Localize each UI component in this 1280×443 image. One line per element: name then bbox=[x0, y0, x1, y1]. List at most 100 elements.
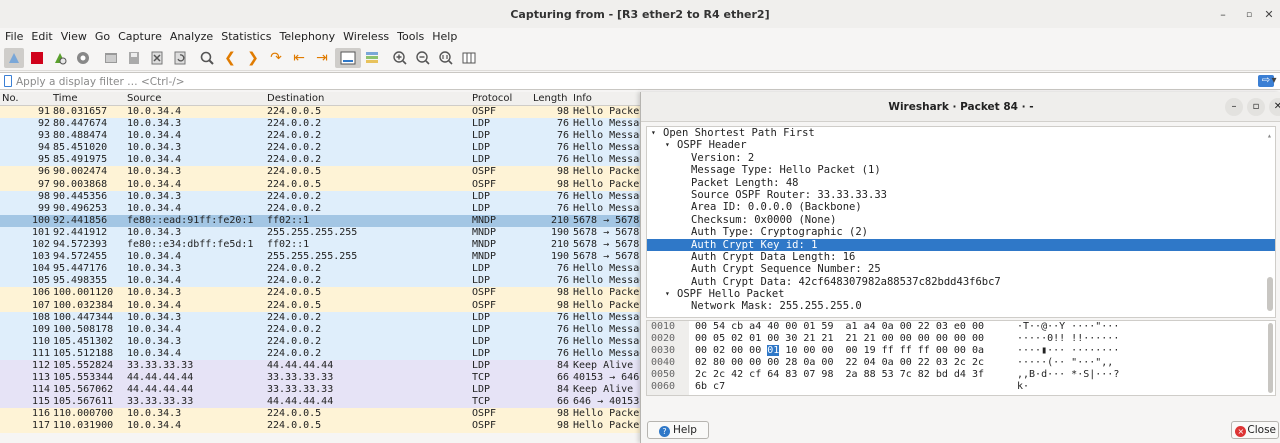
tree-scrollbar[interactable] bbox=[1267, 277, 1273, 311]
hex-line[interactable]: 0060 6b c7 k· bbox=[647, 381, 1275, 393]
tree-item[interactable]: Area ID: 0.0.0.0 (Backbone) bbox=[647, 201, 1275, 213]
table-row[interactable]: 97 90.003868 10.0.34.4 224.0.0.5 OSPF 98 Hello… bbox=[0, 178, 640, 191]
expand-arrow-icon[interactable]: ▾ bbox=[665, 139, 670, 151]
table-row[interactable]: 116 110.000700 10.0.34.3 224.0.0.5 OSPF 98 Hel… bbox=[0, 408, 640, 421]
column-header-time[interactable]: Time bbox=[53, 93, 77, 104]
tree-item[interactable]: Packet Length: 48 bbox=[647, 177, 1275, 189]
hex-line[interactable]: 0050 2c 2c 42 cf 64 83 07 98 2a 88 53 7c … bbox=[647, 369, 1275, 381]
close-file-icon[interactable] bbox=[147, 48, 167, 68]
menu-analyze[interactable]: Analyze bbox=[165, 28, 216, 45]
go-to-packet-icon[interactable]: ↷ bbox=[266, 48, 286, 68]
table-row[interactable]: 111 105.512188 10.0.34.4 224.0.0.2 LDP 76 Hell… bbox=[0, 347, 640, 360]
menu-go[interactable]: Go bbox=[90, 28, 113, 45]
table-row[interactable]: 101 92.441912 10.0.34.3 255.255.255.255 MNDP… bbox=[0, 226, 640, 240]
table-row[interactable]: 107 100.032384 10.0.34.4 224.0.0.5 OSPF 98 Hel… bbox=[0, 299, 640, 312]
open-file-icon[interactable] bbox=[101, 48, 121, 68]
close-window-button[interactable]: ✕ bbox=[1260, 6, 1278, 24]
column-header-destination[interactable]: Destination bbox=[267, 93, 324, 104]
table-row[interactable]: 115 105.567611 33.33.33.33 44.44.44.44 TCP 66… bbox=[0, 396, 640, 409]
table-row[interactable]: 108 100.447344 10.0.34.3 224.0.0.2 LDP 76 Hell… bbox=[0, 311, 640, 324]
resize-columns-icon[interactable] bbox=[459, 48, 479, 68]
menu-view[interactable]: View bbox=[56, 28, 90, 45]
expand-arrow-icon[interactable]: ▾ bbox=[651, 127, 656, 139]
table-row[interactable]: 103 94.572455 10.0.34.4 255.255.255.255 MNDP… bbox=[0, 251, 640, 264]
table-row[interactable]: 100 92.441856 fe80::ead:91ff:fe20:1 ff02::1… bbox=[0, 214, 640, 227]
bookmark-icon[interactable] bbox=[4, 75, 12, 87]
table-row[interactable]: 95 85.491975 10.0.34.4 224.0.0.2 LDP 76 Hello … bbox=[0, 154, 640, 167]
hex-line[interactable]: 0020 00 05 02 01 00 30 21 21 21 21 00 00 … bbox=[647, 333, 1275, 345]
menu-telephony[interactable]: Telephony bbox=[275, 28, 339, 45]
go-back-icon[interactable]: ❮ bbox=[220, 48, 240, 68]
display-filter-input[interactable] bbox=[16, 74, 1254, 89]
table-row[interactable]: 117 110.031900 10.0.34.4 224.0.0.5 OSPF 98 Hel… bbox=[0, 420, 640, 433]
hex-scrollbar[interactable] bbox=[1268, 323, 1273, 393]
menu-statistics[interactable]: Statistics bbox=[216, 28, 274, 45]
menu-edit[interactable]: Edit bbox=[26, 28, 55, 45]
table-row[interactable]: 105 95.498355 10.0.34.4 224.0.0.2 LDP 76 Hello… bbox=[0, 275, 640, 288]
table-row[interactable]: 113 105.553344 44.44.44.44 33.33.33.33 TCP 66… bbox=[0, 372, 640, 385]
table-row[interactable]: 93 80.488474 10.0.34.4 224.0.0.2 LDP 76 Hello … bbox=[0, 130, 640, 143]
menu-file[interactable]: File bbox=[0, 28, 26, 45]
table-row[interactable]: 92 80.447674 10.0.34.3 224.0.0.2 LDP 76 Hello … bbox=[0, 118, 640, 131]
column-header-source[interactable]: Source bbox=[127, 93, 161, 104]
help-button[interactable]: ? Help bbox=[647, 421, 709, 439]
find-packet-icon[interactable] bbox=[197, 48, 217, 68]
table-row[interactable]: 106 100.001120 10.0.34.3 224.0.0.5 OSPF 98 Hel… bbox=[0, 287, 640, 300]
go-forward-icon[interactable]: ❯ bbox=[243, 48, 263, 68]
table-row[interactable]: 96 90.002474 10.0.34.3 224.0.0.5 OSPF 98 Hello… bbox=[0, 166, 640, 179]
table-row[interactable]: 91 80.031657 10.0.34.4 224.0.0.5 OSPF 98 Hello… bbox=[0, 106, 640, 119]
normal-size-icon[interactable] bbox=[436, 48, 456, 68]
tree-item[interactable]: Source OSPF Router: 33.33.33.33 bbox=[647, 189, 1275, 201]
minimize-button[interactable]: – bbox=[1214, 6, 1232, 24]
menu-tools[interactable]: Tools bbox=[392, 28, 427, 45]
column-header-no[interactable]: No. bbox=[2, 93, 19, 104]
column-header-length[interactable]: Length bbox=[533, 93, 568, 104]
table-row[interactable]: 99 90.496253 10.0.34.4 224.0.0.2 LDP 76 Hello … bbox=[0, 202, 640, 215]
tree-item[interactable]: Auth Crypt Data Length: 16 bbox=[647, 251, 1275, 263]
tree-item[interactable]: ▾ OSPF Header bbox=[647, 139, 1275, 151]
tree-item[interactable]: Network Mask: 255.255.255.0 bbox=[647, 300, 1275, 312]
zoom-out-icon[interactable] bbox=[413, 48, 433, 68]
start-capture-icon[interactable] bbox=[4, 48, 24, 68]
table-row[interactable]: 112 105.552824 33.33.33.33 44.44.44.44 LDP 84… bbox=[0, 359, 640, 373]
menu-wireless[interactable]: Wireless bbox=[338, 28, 392, 45]
tree-item[interactable]: Version: 2 bbox=[647, 152, 1275, 164]
table-row[interactable]: 102 94.572393 fe80::e34:dbff:fe5d:1 ff02::1… bbox=[0, 239, 640, 252]
table-row[interactable]: 104 95.447176 10.0.34.3 224.0.0.2 LDP 76 Hello… bbox=[0, 263, 640, 276]
dialog-maximize-button[interactable]: ▫ bbox=[1247, 98, 1265, 116]
menu-capture[interactable]: Capture bbox=[113, 28, 165, 45]
expand-arrow-icon[interactable]: ▾ bbox=[665, 288, 670, 300]
hex-line[interactable]: 0030 00 02 00 00 01 10 00 00 00 19 ff ff … bbox=[647, 345, 1275, 357]
column-header-protocol[interactable]: Protocol bbox=[472, 93, 512, 104]
dialog-minimize-button[interactable]: – bbox=[1225, 98, 1243, 116]
colorize-icon[interactable] bbox=[362, 48, 382, 68]
tree-item[interactable]: Auth Type: Cryptographic (2) bbox=[647, 226, 1275, 238]
table-row[interactable]: 110 105.451302 10.0.34.3 224.0.0.2 LDP 76 Hell… bbox=[0, 335, 640, 348]
table-row[interactable]: 114 105.567062 44.44.44.44 33.33.33.33 LDP 84… bbox=[0, 384, 640, 397]
table-row[interactable]: 98 90.445356 10.0.34.3 224.0.0.2 LDP 76 Hello … bbox=[0, 190, 640, 203]
first-packet-icon[interactable]: ⇤ bbox=[289, 48, 309, 68]
dialog-close-button[interactable]: ✕ bbox=[1269, 98, 1280, 116]
tree-item[interactable]: Checksum: 0x0000 (None) bbox=[647, 214, 1275, 226]
tree-scroll-up-icon[interactable]: ▴ bbox=[1267, 131, 1273, 147]
table-row[interactable]: 94 85.451020 10.0.34.3 224.0.0.2 LDP 76 Hello … bbox=[0, 142, 640, 155]
maximize-button[interactable]: ▫ bbox=[1240, 6, 1258, 24]
hex-line[interactable]: 0040 02 80 00 00 00 28 0a 00 22 04 0a 00 … bbox=[647, 357, 1275, 369]
last-packet-icon[interactable]: ⇥ bbox=[312, 48, 332, 68]
save-file-icon[interactable] bbox=[124, 48, 144, 68]
hex-line[interactable]: 0010 00 54 cb a4 40 00 01 59 a1 a4 0a 00 … bbox=[647, 321, 1275, 333]
capture-options-icon[interactable] bbox=[73, 48, 93, 68]
filter-dropdown-icon[interactable]: ▾ bbox=[1268, 75, 1280, 87]
tree-item[interactable]: Auth Crypt Sequence Number: 25 bbox=[647, 263, 1275, 275]
auto-scroll-icon[interactable] bbox=[335, 48, 361, 68]
restart-capture-icon[interactable] bbox=[50, 48, 70, 68]
close-button[interactable]: × Close bbox=[1231, 421, 1279, 439]
zoom-in-icon[interactable] bbox=[390, 48, 410, 68]
tree-item[interactable]: Auth Crypt Data: 42cf648307982a88537c82b… bbox=[647, 276, 1275, 288]
reload-icon[interactable] bbox=[170, 48, 190, 68]
tree-item[interactable]: Message Type: Hello Packet (1) bbox=[647, 164, 1275, 176]
tree-item[interactable]: ▾ Open Shortest Path First bbox=[647, 127, 1275, 139]
table-row[interactable]: 109 100.508178 10.0.34.4 224.0.0.2 LDP 76 Hell… bbox=[0, 323, 640, 336]
stop-capture-icon[interactable] bbox=[27, 48, 47, 68]
tree-item[interactable]: Auth Crypt Key id: 1 bbox=[647, 238, 1275, 251]
